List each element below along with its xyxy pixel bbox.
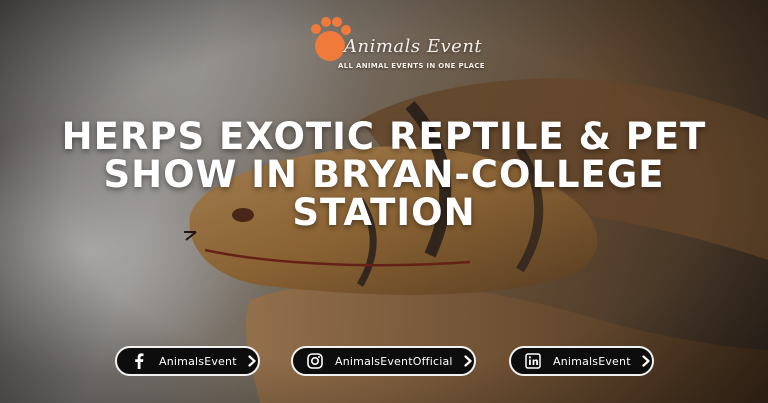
chevron-right-icon	[464, 355, 472, 367]
event-title-line-3: STATION	[292, 191, 476, 234]
chevron-right-icon	[642, 355, 650, 367]
instagram-handle: AnimalsEventOfficial	[335, 354, 453, 368]
brand-logo[interactable]: Animals Event ALL ANIMAL EVENTS IN ONE P…	[304, 14, 485, 76]
instagram-icon	[307, 353, 323, 369]
instagram-link-button[interactable]: AnimalsEventOfficial	[291, 346, 476, 376]
event-title-line-1: HERPS EXOTIC REPTILE & PET	[61, 115, 707, 158]
facebook-icon	[131, 353, 147, 369]
event-banner: Animals Event ALL ANIMAL EVENTS IN ONE P…	[0, 0, 768, 403]
linkedin-handle: AnimalsEvent	[553, 354, 631, 368]
brand-tagline: ALL ANIMAL EVENTS IN ONE PLACE	[338, 62, 485, 70]
linkedin-icon	[525, 353, 541, 369]
event-title: HERPS EXOTIC REPTILE & PET SHOW IN BRYAN…	[40, 118, 728, 232]
facebook-link-button[interactable]: AnimalsEvent	[115, 346, 260, 376]
chevron-right-icon	[248, 355, 256, 367]
brand-name: Animals Event	[344, 36, 483, 57]
linkedin-link-button[interactable]: AnimalsEvent	[509, 346, 654, 376]
facebook-handle: AnimalsEvent	[159, 354, 237, 368]
event-title-line-2: SHOW IN BRYAN-COLLEGE	[103, 153, 665, 196]
